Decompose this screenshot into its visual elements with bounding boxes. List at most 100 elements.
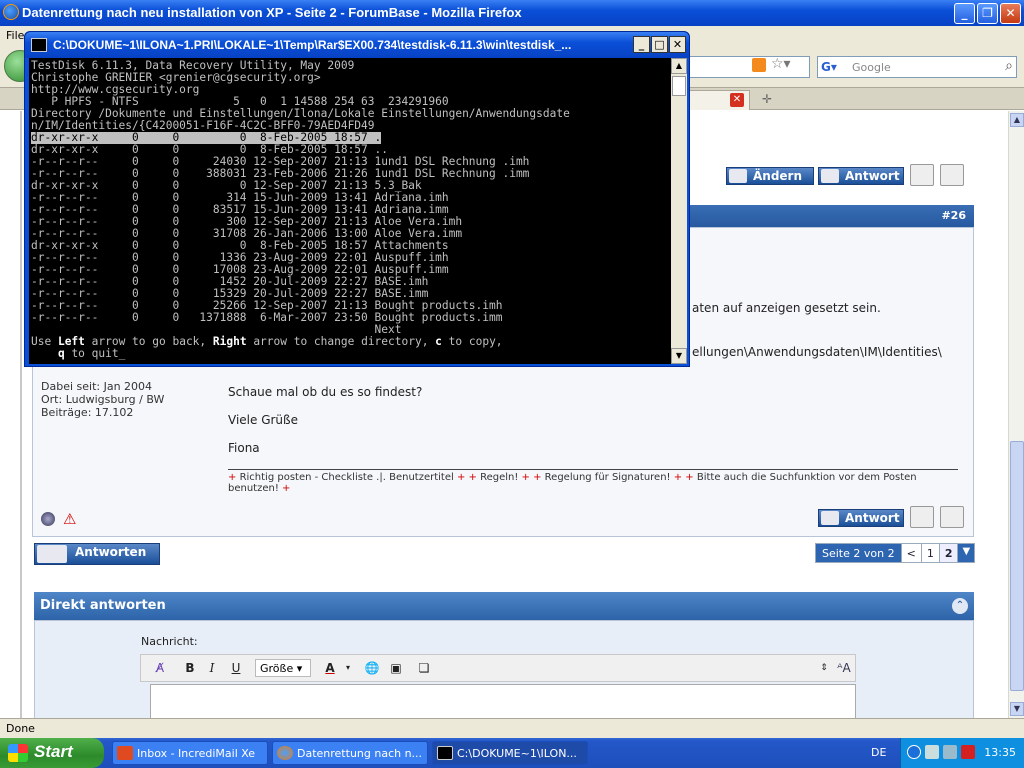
reply-icon <box>37 545 67 563</box>
underline-icon[interactable]: U <box>227 659 245 677</box>
pager-page[interactable]: 1 <box>920 544 939 562</box>
task-label: C:\DOKUME~1\ILON... <box>457 747 577 760</box>
start-label: Start <box>34 742 73 761</box>
rss-feed-icon[interactable] <box>752 58 766 72</box>
switch-editor-icon[interactable]: ᴬA <box>835 659 853 677</box>
footer-text: to copy, <box>441 335 503 348</box>
google-icon[interactable]: G▾ <box>821 60 837 74</box>
maximize-button[interactable]: ❐ <box>977 3 998 24</box>
console-scroll-down-icon[interactable]: ▼ <box>671 348 687 364</box>
taskbar: Start Inbox - IncrediMail Xe Datenrettun… <box>0 738 1024 768</box>
minimize-button[interactable]: _ <box>954 3 975 24</box>
footer-text: arrow to change directory, <box>246 335 436 348</box>
console-window[interactable]: C:\DOKUME~1\ILONA~1.PRI\LOKALE~1\Temp\Ra… <box>24 31 690 367</box>
console-scroll-thumb[interactable] <box>672 76 686 96</box>
console-minimize-button[interactable]: _ <box>633 36 650 53</box>
status-bar: Done <box>0 718 1024 738</box>
report-post-icon[interactable]: ⚠ <box>63 510 76 528</box>
pager-page-current: 2 <box>938 544 958 562</box>
resize-icon[interactable]: ⇕ <box>815 659 833 677</box>
console-scrollbar[interactable]: ▲ ▼ <box>671 58 687 364</box>
console-maximize-button[interactable]: □ <box>651 36 668 53</box>
footer-text: to quit_ <box>64 347 126 360</box>
page-frame <box>20 111 22 718</box>
font-size-value: Größe <box>260 662 294 675</box>
sig-link[interactable]: Regeln! <box>480 472 518 483</box>
menu-file[interactable]: File <box>6 29 24 42</box>
language-indicator[interactable]: DE <box>871 746 886 759</box>
mail-icon <box>117 746 133 760</box>
collapse-icon[interactable]: ⌃ <box>952 598 968 614</box>
reply-label: Antworten <box>75 545 147 559</box>
console-close-button[interactable]: ✕ <box>669 36 686 53</box>
user-since: Dabei seit: Jan 2004 <box>41 380 153 393</box>
pager-label: Seite 2 von 2 <box>816 544 901 562</box>
close-button[interactable]: ✕ <box>1000 3 1021 24</box>
pager-dropdown-icon[interactable]: ▼ <box>957 544 975 562</box>
quick-reply-icon[interactable] <box>940 164 964 186</box>
signature: + Richtig posten - Checkliste .|. Benutz… <box>228 469 958 494</box>
taskbar-item-firefox[interactable]: Datenrettung nach n... <box>272 741 428 765</box>
italic-icon[interactable]: I <box>203 659 221 677</box>
new-tab-icon[interactable]: ✛ <box>762 92 772 106</box>
online-status-icon <box>41 512 55 526</box>
network-icon[interactable] <box>925 745 939 759</box>
task-label: Inbox - IncrediMail Xe <box>137 747 256 760</box>
post-text-line: Fiona <box>228 441 260 455</box>
reply-button[interactable]: Antworten <box>34 543 160 565</box>
bold-icon[interactable]: B <box>181 659 199 677</box>
scroll-down-icon[interactable]: ▼ <box>1010 702 1024 716</box>
post-text-line: aten auf anzeigen gesetzt sein. <box>692 301 881 315</box>
clock[interactable]: 13:35 <box>984 746 1016 759</box>
footer-text <box>31 347 58 360</box>
sig-link[interactable]: Richtig posten - Checkliste .|. Benutzer… <box>240 472 454 483</box>
page-scrollbar[interactable]: ▲ ▼ <box>1008 111 1024 718</box>
scroll-thumb[interactable] <box>1010 441 1024 691</box>
user-location: Ort: Ludwigsburg / BW <box>41 393 165 406</box>
console-icon <box>31 38 47 52</box>
console-screen[interactable]: TestDisk 6.11.3, Data Recovery Utility, … <box>29 58 671 364</box>
bookmark-star-icon[interactable]: ☆▾ <box>771 56 791 72</box>
quote-icon <box>821 511 839 525</box>
tray-arrow-icon[interactable] <box>907 745 921 759</box>
user-posts: Beiträge: 17.102 <box>41 406 134 419</box>
multiquote-icon[interactable] <box>910 506 934 528</box>
quote-icon <box>821 169 839 183</box>
insert-image-icon[interactable]: ▣ <box>387 659 405 677</box>
firefox-titlebar: Datenrettung nach neu installation von X… <box>0 0 1024 26</box>
insert-link-icon[interactable]: 🌐 <box>363 659 381 677</box>
firefox-icon <box>277 746 293 760</box>
remove-format-icon[interactable]: A̸ <box>151 659 169 677</box>
console-icon <box>437 746 453 760</box>
quote-insert-icon[interactable]: ❏ <box>415 659 433 677</box>
firefox-logo-icon <box>3 4 19 20</box>
quick-reply-icon[interactable] <box>940 506 964 528</box>
tab-close-icon[interactable]: ✕ <box>730 93 744 107</box>
scroll-up-icon[interactable]: ▲ <box>1010 113 1024 127</box>
taskbar-item-console[interactable]: C:\DOKUME~1\ILON... <box>432 741 588 765</box>
console-title: C:\DOKUME~1\ILONA~1.PRI\LOKALE~1\Temp\Ra… <box>53 38 572 52</box>
multiquote-icon[interactable] <box>910 164 934 186</box>
pager-prev[interactable]: < <box>900 544 921 562</box>
search-icon[interactable]: ⌕ <box>1005 58 1013 74</box>
quote-answer-button[interactable]: Antwort <box>818 167 904 185</box>
window-title: Datenrettung nach neu installation von X… <box>22 5 522 20</box>
taskbar-item-incredimail[interactable]: Inbox - IncrediMail Xe <box>112 741 268 765</box>
status-text: Done <box>6 722 35 735</box>
post-number[interactable]: #26 <box>941 209 966 222</box>
text-color-dropdown-icon[interactable]: ▾ <box>339 659 357 677</box>
edit-button[interactable]: Ändern <box>726 167 814 185</box>
text-color-icon[interactable]: A <box>321 659 339 677</box>
start-button[interactable]: Start <box>0 738 104 768</box>
console-scroll-up-icon[interactable]: ▲ <box>671 58 687 74</box>
antivirus-icon[interactable] <box>961 745 975 759</box>
system-tray: 13:35 <box>900 738 1024 768</box>
console-titlebar[interactable]: C:\DOKUME~1\ILONA~1.PRI\LOKALE~1\Temp\Ra… <box>25 32 689 58</box>
search-input[interactable]: G▾ Google ⌕ <box>817 56 1017 78</box>
volume-icon[interactable] <box>943 745 957 759</box>
direct-reply-header: Direkt antworten ⌃ <box>34 592 974 620</box>
sig-link[interactable]: Regelung für Signaturen! <box>545 472 671 483</box>
message-textarea[interactable] <box>150 684 856 718</box>
font-size-select[interactable]: Größe ▾ <box>255 659 311 677</box>
quote-answer-button-2[interactable]: Antwort <box>818 509 904 527</box>
